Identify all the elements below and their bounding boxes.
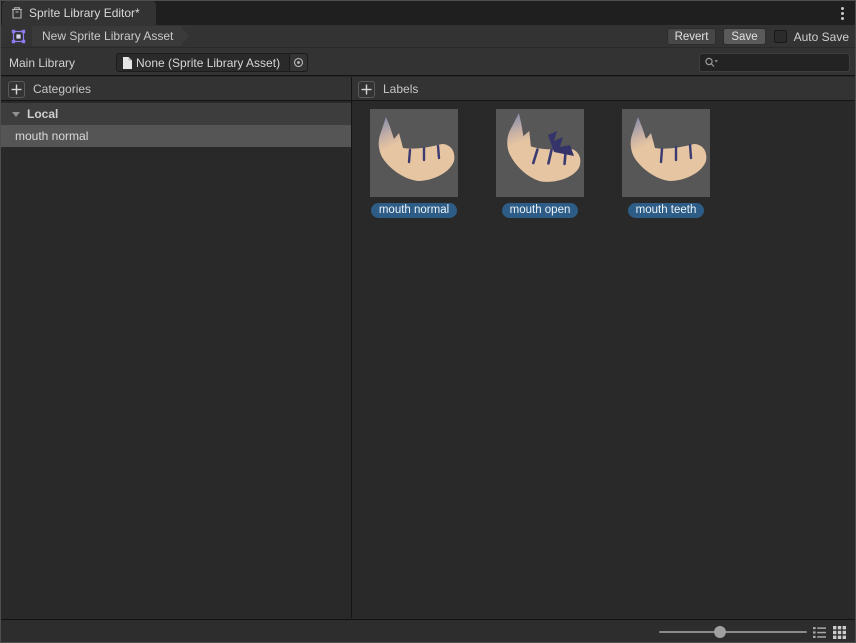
search-input[interactable] xyxy=(719,56,845,70)
top-block: New Sprite Library Asset Revert Save Aut… xyxy=(1,25,855,76)
thumbnail-size-slider-handle[interactable] xyxy=(714,626,726,638)
category-group-label: Local xyxy=(27,107,58,121)
categories-header: Categories xyxy=(8,77,91,101)
thumbnail-size-slider[interactable] xyxy=(659,631,807,633)
toolbar: New Sprite Library Asset Revert Save Aut… xyxy=(1,25,855,48)
search-icon xyxy=(704,56,719,69)
plus-icon xyxy=(361,84,372,95)
label-pill[interactable]: mouth teeth xyxy=(628,203,705,218)
panel-headers: Categories Labels xyxy=(1,77,855,101)
grid-view-icon[interactable] xyxy=(833,626,846,639)
add-label-button[interactable] xyxy=(358,81,375,98)
label-pill[interactable]: mouth open xyxy=(502,203,579,218)
object-field-value: None (Sprite Library Asset) xyxy=(136,56,289,70)
labels-title: Labels xyxy=(383,82,418,96)
breadcrumb[interactable]: New Sprite Library Asset xyxy=(32,26,189,46)
revert-button[interactable]: Revert xyxy=(667,28,716,45)
main-library-label: Main Library xyxy=(9,56,75,70)
kebab-menu-icon[interactable] xyxy=(835,5,849,21)
tab-title: Sprite Library Editor* xyxy=(29,6,140,20)
category-row-label: mouth normal xyxy=(15,129,88,143)
sprite-thumbnail-mouth-normal[interactable] xyxy=(370,109,458,197)
sprite-library-editor-window: Sprite Library Editor* New Sprite Librar… xyxy=(0,0,856,643)
sprite-library-window-icon xyxy=(10,6,24,20)
tab-bar: Sprite Library Editor* xyxy=(1,1,855,25)
tab-sprite-library-editor[interactable]: Sprite Library Editor* xyxy=(2,1,156,25)
categories-title: Categories xyxy=(33,82,91,96)
auto-save-label: Auto Save xyxy=(794,30,849,44)
search-field[interactable] xyxy=(699,53,850,72)
sprite-thumbnail-mouth-teeth[interactable] xyxy=(622,109,710,197)
sprite-library-asset-icon xyxy=(10,28,27,45)
footer-bar xyxy=(1,619,855,643)
label-item-mouth-open: mouth open xyxy=(496,109,584,218)
breadcrumb-label: New Sprite Library Asset xyxy=(42,29,173,43)
chevron-down-icon[interactable] xyxy=(12,112,20,117)
asset-doc-icon xyxy=(122,57,132,69)
object-picker-icon[interactable] xyxy=(289,54,307,71)
sprite-thumbnail-mouth-open[interactable] xyxy=(496,109,584,197)
auto-save-checkbox[interactable] xyxy=(774,30,787,43)
labels-header: Labels xyxy=(358,77,418,101)
category-row-mouth-normal[interactable]: mouth normal xyxy=(1,125,351,147)
category-group-local[interactable]: Local xyxy=(1,103,351,125)
save-button[interactable]: Save xyxy=(723,28,766,45)
plus-icon xyxy=(11,84,22,95)
labels-panel: mouth normal mouth open xyxy=(352,101,856,618)
main-library-row: Main Library None (Sprite Library Asset) xyxy=(1,49,855,76)
main-library-object-field[interactable]: None (Sprite Library Asset) xyxy=(116,53,308,72)
list-view-icon[interactable] xyxy=(813,626,826,639)
add-category-button[interactable] xyxy=(8,81,25,98)
label-item-mouth-normal: mouth normal xyxy=(370,109,458,218)
label-pill[interactable]: mouth normal xyxy=(371,203,457,218)
categories-panel: Local mouth normal xyxy=(1,101,351,618)
label-item-mouth-teeth: mouth teeth xyxy=(622,109,710,218)
